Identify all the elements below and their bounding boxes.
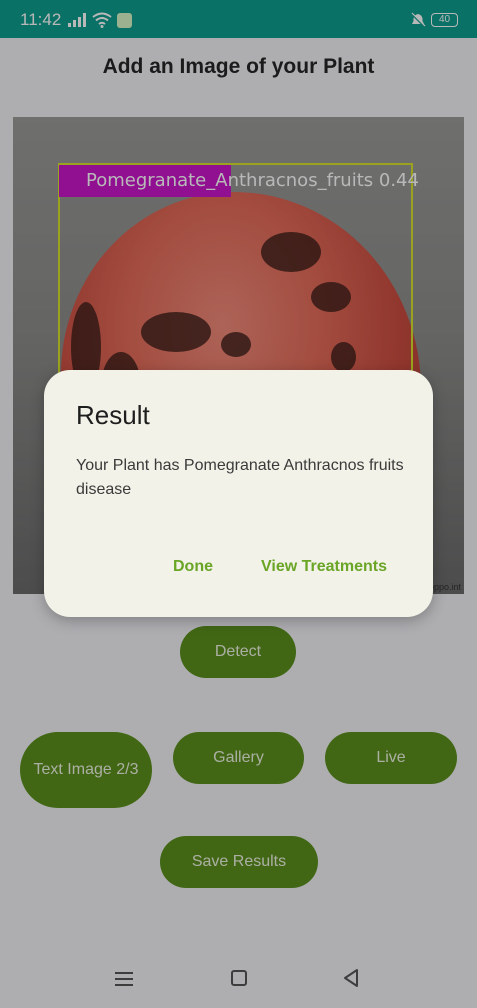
result-dialog: Result Your Plant has Pomegranate Anthra… <box>44 370 433 617</box>
dialog-title: Result <box>76 400 150 430</box>
view-treatments-button[interactable]: View Treatments <box>261 558 387 576</box>
done-button[interactable]: Done <box>173 558 213 576</box>
dialog-message: Your Plant has Pomegranate Anthracnos fr… <box>76 457 404 498</box>
